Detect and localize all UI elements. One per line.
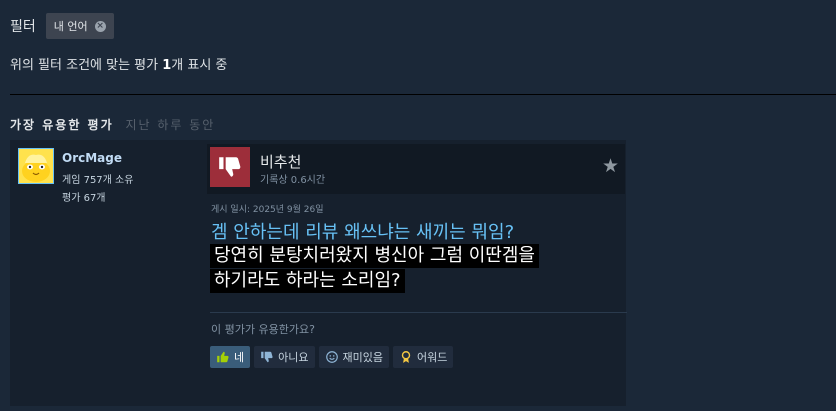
posted-date: 게시 일시: 2025년 9월 26일 — [211, 205, 324, 215]
vote-buttons: 네 아니요 재미있음 어워드 — [210, 346, 457, 368]
summary-prefix: 위의 필터 조건에 맞는 평가 — [10, 58, 163, 73]
helpful-question: 이 평가가 유용한가요? — [211, 323, 315, 336]
review-body-line-1: 당연히 분탕치러왔지 병신아 그럼 이딴겜을 — [210, 244, 539, 268]
vote-no-label: 아니요 — [278, 351, 309, 364]
award-label: 어워드 — [416, 351, 448, 364]
thumbs-down-icon — [260, 350, 274, 364]
vote-no-button[interactable]: 아니요 — [254, 346, 315, 368]
section-period: 지난 하루 동안 — [125, 118, 216, 132]
smiley-icon — [325, 350, 339, 364]
vote-funny-label: 재미있음 — [342, 351, 383, 364]
review-verdict[interactable]: 비추천 — [260, 151, 301, 172]
close-icon[interactable]: × — [94, 20, 106, 32]
language-filter-chip[interactable]: 내 언어 × — [45, 13, 114, 39]
author-reviews-count[interactable]: 평가 67개 — [62, 189, 106, 204]
section-title: 가장 유용한 평가 — [10, 118, 114, 132]
review-playtime: 기록상 0.6시간 — [260, 175, 326, 186]
thumbs-down-icon — [210, 147, 250, 187]
divider — [10, 94, 836, 95]
vote-yes-button[interactable]: 네 — [210, 346, 251, 368]
summary-count: 1 — [162, 58, 172, 73]
review-card: OrcMage 게임 757개 소유 평가 67개 비추천 기록상 0.6시간 … — [10, 140, 627, 406]
award-button[interactable]: 어워드 — [392, 346, 454, 368]
review-body-line-2: 하기라도 하라는 소리임? — [210, 269, 405, 293]
author-games-owned[interactable]: 게임 757개 소유 — [62, 171, 133, 186]
vote-header: 비추천 기록상 0.6시간 ★ — [207, 144, 625, 194]
star-icon[interactable]: ★ — [602, 157, 619, 176]
filter-label: 필터 — [10, 19, 36, 35]
review-title: 겜 안하는데 리뷰 왜쓰냐는 새끼는 뭐임? — [211, 222, 515, 243]
divider — [210, 312, 627, 313]
summary-suffix: 개 표시 중 — [171, 58, 228, 73]
review-body: 당연히 분탕치러왔지 병신아 그럼 이딴겜을 하기라도 하라는 소리임? — [210, 243, 606, 293]
award-icon — [399, 350, 413, 364]
section-header: 가장 유용한 평가 지난 하루 동안 — [10, 116, 215, 133]
thumbs-up-icon — [216, 350, 230, 364]
vote-funny-button[interactable]: 재미있음 — [318, 346, 389, 368]
author-name[interactable]: OrcMage — [62, 151, 122, 165]
filter-chip-label: 내 언어 — [53, 20, 88, 33]
filter-bar: 필터 내 언어 × — [10, 12, 114, 40]
avatar[interactable] — [18, 148, 54, 184]
results-summary: 위의 필터 조건에 맞는 평가 1개 표시 중 — [10, 54, 227, 73]
vote-yes-label: 네 — [234, 351, 245, 364]
